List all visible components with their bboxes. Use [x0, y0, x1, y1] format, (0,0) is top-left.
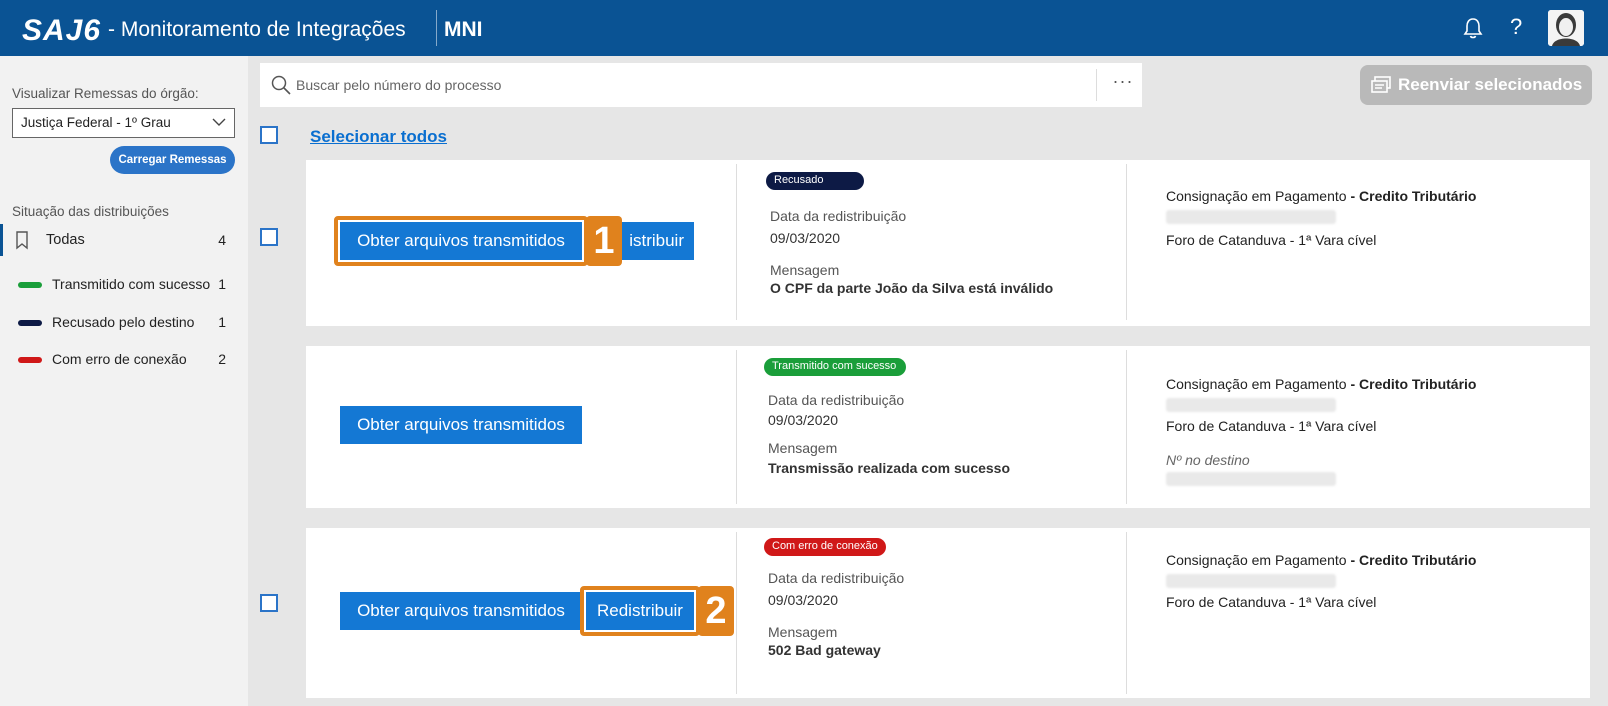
select-all-checkbox[interactable]	[260, 126, 278, 144]
class-subject: - Credito Tributário	[1350, 376, 1477, 392]
resend-icon	[1371, 76, 1391, 93]
court-name: Foro de Catanduva - 1ª Vara cível	[1166, 232, 1377, 248]
message-value: 502 Bad gateway	[768, 642, 881, 658]
bell-icon[interactable]	[1462, 16, 1484, 40]
avatar[interactable]	[1548, 10, 1584, 46]
title-divider	[436, 10, 437, 46]
shipment-list: Selecionar todos istribuir Obter arquivo…	[248, 112, 1608, 706]
process-class: Consignação em Pagamento - Credito Tribu…	[1166, 188, 1476, 204]
status-color-bar	[18, 357, 42, 363]
filter-label: Com erro de conexão	[52, 351, 187, 367]
brand-logo: SAJ6	[22, 14, 102, 47]
shipment-card: Obter arquivos transmitidos Transmitido …	[306, 346, 1590, 508]
search-input[interactable]	[296, 71, 1076, 99]
sidebar: Visualizar Remessas do órgão: Justiça Fe…	[0, 56, 248, 706]
class-subject: - Credito Tributário	[1350, 552, 1477, 568]
filter-transmitted-success[interactable]: Transmitido com sucesso 1	[0, 268, 248, 300]
callout-number: 2	[698, 586, 734, 636]
status-color-bar	[18, 282, 42, 288]
filter-count: 2	[218, 351, 226, 367]
select-all-link[interactable]: Selecionar todos	[310, 127, 447, 147]
column-divider	[736, 164, 737, 320]
message-label: Mensagem	[768, 440, 838, 456]
filter-all[interactable]: Todas 4	[0, 224, 248, 256]
class-name: Consignação em Pagamento	[1166, 376, 1347, 392]
date-label: Data da redistribuição	[770, 208, 907, 224]
date-value: 09/03/2020	[768, 592, 839, 608]
process-class: Consignação em Pagamento - Credito Tribu…	[1166, 376, 1476, 392]
search-divider	[1096, 69, 1097, 101]
shipment-card: Obter arquivos transmitidos Redistribuir…	[306, 528, 1590, 698]
shipment-card: istribuir Obter arquivos transmitidos 1 …	[306, 160, 1590, 326]
message-label: Mensagem	[770, 262, 840, 278]
status-badge: Transmitido com sucesso	[764, 358, 906, 376]
book-icon	[16, 231, 28, 250]
obtain-files-button[interactable]: Obter arquivos transmitidos	[340, 406, 582, 444]
callout-number: 1	[586, 216, 622, 266]
filter-connection-error[interactable]: Com erro de conexão 2	[0, 343, 248, 375]
process-class: Consignação em Pagamento - Credito Tribu…	[1166, 552, 1476, 568]
court-name: Foro de Catanduva - 1ª Vara cível	[1166, 594, 1377, 610]
more-options-icon[interactable]: ···	[1108, 71, 1138, 95]
filter-refused[interactable]: Recusado pelo destino 1	[0, 306, 248, 338]
org-select[interactable]: Justiça Federal - 1º Grau	[12, 108, 235, 138]
column-divider	[1126, 532, 1127, 694]
org-label: Visualizar Remessas do órgão:	[12, 86, 199, 101]
class-subject: - Credito Tributário	[1350, 188, 1477, 204]
message-value: O CPF da parte João da Silva está inváli…	[770, 280, 1054, 296]
status-label: Situação das distribuições	[12, 204, 169, 219]
item-checkbox[interactable]	[260, 228, 278, 246]
obtain-files-button[interactable]: Obter arquivos transmitidos	[340, 222, 582, 260]
column-divider	[1126, 350, 1127, 504]
top-bar: SAJ6 - Monitoramento de Integrações MNI …	[0, 0, 1608, 56]
filter-count: 1	[218, 314, 226, 330]
resend-label: Reenviar selecionados	[1398, 75, 1583, 94]
user-avatar-icon	[1548, 10, 1584, 46]
redistribute-button[interactable]: Redistribuir	[586, 592, 694, 630]
filter-label: Todas	[46, 232, 85, 248]
redacted-destination-number	[1166, 472, 1336, 486]
column-divider	[1126, 164, 1127, 320]
message-label: Mensagem	[768, 624, 838, 640]
load-shipments-button[interactable]: Carregar Remessas	[110, 146, 235, 174]
redacted-process-number	[1166, 210, 1336, 224]
redacted-process-number	[1166, 398, 1336, 412]
date-label: Data da redistribuição	[768, 392, 905, 408]
filter-count: 1	[218, 276, 226, 292]
date-value: 09/03/2020	[770, 230, 841, 246]
chevron-down-icon	[212, 118, 226, 126]
obtain-files-button[interactable]: Obter arquivos transmitidos	[340, 592, 582, 630]
search-icon	[271, 75, 291, 95]
status-badge: Recusado	[766, 172, 864, 190]
status-color-bar	[18, 320, 42, 326]
help-icon[interactable]: ?	[1510, 14, 1522, 40]
date-value: 09/03/2020	[768, 412, 839, 428]
court-name: Foro de Catanduva - 1ª Vara cível	[1166, 418, 1377, 434]
message-value: Transmissão realizada com sucesso	[768, 460, 1011, 476]
column-divider	[736, 350, 737, 504]
class-name: Consignação em Pagamento	[1166, 188, 1347, 204]
redacted-process-number	[1166, 574, 1336, 588]
filter-label: Recusado pelo destino	[52, 314, 195, 330]
filter-label: Transmitido com sucesso	[52, 276, 211, 292]
date-label: Data da redistribuição	[768, 570, 905, 586]
org-select-value: Justiça Federal - 1º Grau	[21, 115, 171, 130]
app-title: - Monitoramento de Integrações	[108, 18, 406, 41]
status-badge: Com erro de conexão	[764, 538, 886, 556]
destination-number-label: Nº no destino	[1166, 452, 1250, 468]
column-divider	[736, 532, 737, 694]
resend-selected-button[interactable]: Reenviar selecionados	[1360, 65, 1592, 105]
search-bar: ···	[260, 63, 1142, 107]
app-code: MNI	[444, 18, 483, 41]
item-checkbox[interactable]	[260, 594, 278, 612]
class-name: Consignação em Pagamento	[1166, 552, 1347, 568]
filter-count: 4	[218, 232, 226, 248]
